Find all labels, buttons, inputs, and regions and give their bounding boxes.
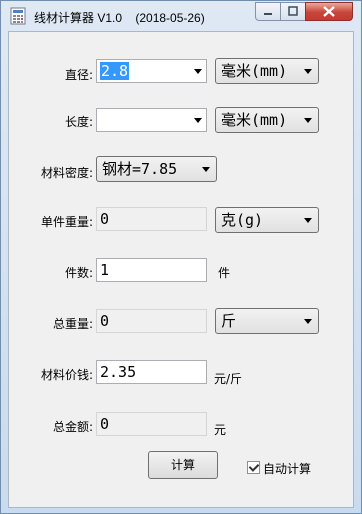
count-input[interactable]: 1 xyxy=(96,258,207,282)
unit-weight-unit-value: 克(g) xyxy=(221,211,264,229)
count-value: 1 xyxy=(100,261,110,279)
app-window: 线材计算器 V1.0 (2018-05-26) 直径: 2.8 毫米(mm) 长… xyxy=(0,0,362,514)
calculate-button[interactable]: 计算 xyxy=(148,451,218,479)
diameter-label: 直径: xyxy=(64,68,93,82)
total-amount-unit: 元 xyxy=(214,423,227,437)
chevron-down-icon xyxy=(304,118,312,123)
minimize-button[interactable] xyxy=(255,2,281,21)
unit-weight-value: 0 xyxy=(100,210,110,228)
length-label: 长度: xyxy=(64,115,93,129)
diameter-value: 2.8 xyxy=(100,62,130,80)
price-unit: 元/斤 xyxy=(214,372,243,386)
unit-weight-field: 0 xyxy=(96,207,207,231)
total-amount-label: 总金额: xyxy=(52,420,93,434)
length-unit-value: 毫米(mm) xyxy=(221,111,288,129)
chevron-down-icon xyxy=(304,218,312,223)
diameter-combobox[interactable]: 2.8 xyxy=(96,59,207,83)
price-input[interactable]: 2.35 xyxy=(96,360,207,384)
length-unit-dropdown[interactable]: 毫米(mm) xyxy=(215,107,319,133)
count-unit: 件 xyxy=(218,266,231,280)
maximize-icon xyxy=(288,6,298,16)
price-label: 材料价钱: xyxy=(40,368,93,382)
maximize-button[interactable] xyxy=(280,2,306,21)
length-combobox[interactable] xyxy=(96,108,207,132)
density-label: 材料密度: xyxy=(40,166,93,180)
total-amount-value: 0 xyxy=(100,415,110,433)
diameter-unit-dropdown[interactable]: 毫米(mm) xyxy=(215,58,319,84)
diameter-unit-value: 毫米(mm) xyxy=(221,62,288,80)
form-panel: 直径: 2.8 毫米(mm) 长度: 毫米(mm) 材料密度: 钢材=7.85 … xyxy=(8,31,354,508)
close-button[interactable] xyxy=(305,2,353,21)
close-icon xyxy=(323,6,335,17)
density-value: 钢材=7.85 xyxy=(102,160,178,178)
window-title: 线材计算器 V1.0 (2018-05-26) xyxy=(34,11,205,25)
price-value: 2.35 xyxy=(100,363,137,381)
chevron-down-icon xyxy=(304,319,312,324)
total-weight-value: 0 xyxy=(100,312,110,330)
chevron-down-icon xyxy=(304,69,312,74)
total-weight-field: 0 xyxy=(96,309,207,333)
total-amount-field: 0 xyxy=(96,412,207,436)
unit-weight-label: 单件重量: xyxy=(40,215,93,229)
auto-calc-label[interactable]: 自动计算 xyxy=(263,460,311,477)
total-weight-unit-dropdown[interactable]: 斤 xyxy=(215,308,319,334)
total-weight-unit-value: 斤 xyxy=(221,312,237,330)
chevron-down-icon xyxy=(194,69,202,74)
count-label: 件数: xyxy=(64,266,93,280)
title-bar[interactable]: 线材计算器 V1.0 (2018-05-26) xyxy=(1,1,361,31)
unit-weight-unit-dropdown[interactable]: 克(g) xyxy=(215,207,319,233)
auto-calc-checkbox[interactable] xyxy=(247,461,260,474)
minimize-icon xyxy=(264,13,272,15)
chevron-down-icon xyxy=(194,118,202,123)
app-icon xyxy=(10,7,26,25)
density-dropdown[interactable]: 钢材=7.85 xyxy=(96,156,217,182)
chevron-down-icon xyxy=(202,167,210,172)
total-weight-label: 总重量: xyxy=(52,317,93,331)
